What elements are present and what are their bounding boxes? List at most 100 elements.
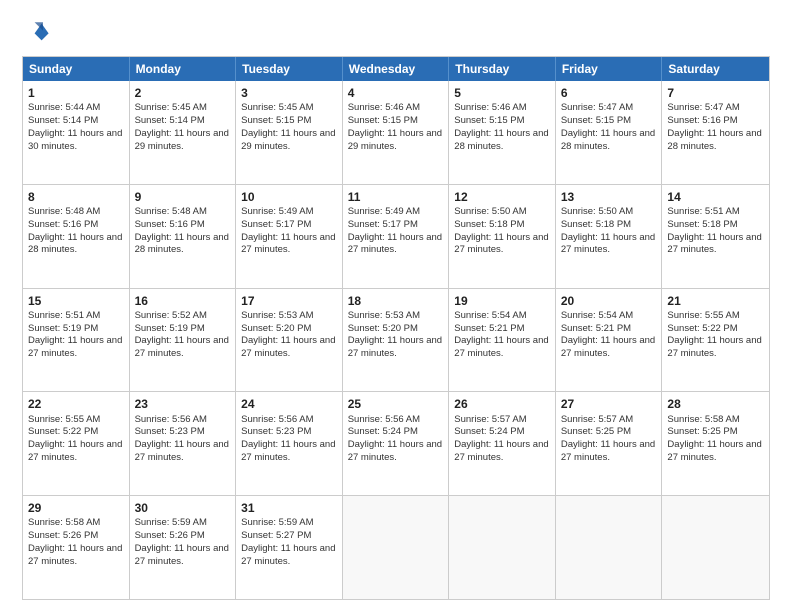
sunset-text: Sunset: 5:18 PM [454, 219, 524, 230]
day-number: 31 [241, 500, 337, 516]
sunrise-text: Sunrise: 5:50 AM [454, 206, 526, 217]
daylight-text: Daylight: 11 hours and 27 minutes. [561, 335, 655, 359]
daylight-text: Daylight: 11 hours and 27 minutes. [135, 335, 229, 359]
daylight-text: Daylight: 11 hours and 27 minutes. [28, 439, 122, 463]
daylight-text: Daylight: 11 hours and 27 minutes. [241, 543, 335, 567]
sunrise-text: Sunrise: 5:45 AM [241, 102, 313, 113]
sunrise-text: Sunrise: 5:46 AM [348, 102, 420, 113]
calendar-week: 1 Sunrise: 5:44 AM Sunset: 5:14 PM Dayli… [23, 81, 769, 184]
sunset-text: Sunset: 5:21 PM [561, 323, 631, 334]
calendar-header: Sunday Monday Tuesday Wednesday Thursday… [23, 57, 769, 81]
sunset-text: Sunset: 5:16 PM [135, 219, 205, 230]
daylight-text: Daylight: 11 hours and 27 minutes. [348, 335, 442, 359]
daylight-text: Daylight: 11 hours and 27 minutes. [561, 439, 655, 463]
daylight-text: Daylight: 11 hours and 28 minutes. [561, 128, 655, 152]
day-cell: 30 Sunrise: 5:59 AM Sunset: 5:26 PM Dayl… [130, 496, 237, 599]
day-number: 16 [135, 293, 231, 309]
daylight-text: Daylight: 11 hours and 27 minutes. [135, 439, 229, 463]
sunset-text: Sunset: 5:27 PM [241, 530, 311, 541]
daylight-text: Daylight: 11 hours and 27 minutes. [135, 543, 229, 567]
sunrise-text: Sunrise: 5:59 AM [135, 517, 207, 528]
day-cell: 8 Sunrise: 5:48 AM Sunset: 5:16 PM Dayli… [23, 185, 130, 288]
daylight-text: Daylight: 11 hours and 27 minutes. [561, 232, 655, 256]
sunset-text: Sunset: 5:16 PM [28, 219, 98, 230]
sunset-text: Sunset: 5:19 PM [28, 323, 98, 334]
day-cell: 2 Sunrise: 5:45 AM Sunset: 5:14 PM Dayli… [130, 81, 237, 184]
sunrise-text: Sunrise: 5:47 AM [667, 102, 739, 113]
sunrise-text: Sunrise: 5:53 AM [241, 310, 313, 321]
day-number: 28 [667, 396, 764, 412]
daylight-text: Daylight: 11 hours and 27 minutes. [241, 439, 335, 463]
day-number: 30 [135, 500, 231, 516]
day-cell: 23 Sunrise: 5:56 AM Sunset: 5:23 PM Dayl… [130, 392, 237, 495]
calendar-week: 8 Sunrise: 5:48 AM Sunset: 5:16 PM Dayli… [23, 184, 769, 288]
sunrise-text: Sunrise: 5:58 AM [667, 414, 739, 425]
daylight-text: Daylight: 11 hours and 28 minutes. [28, 232, 122, 256]
day-number: 24 [241, 396, 337, 412]
day-number: 22 [28, 396, 124, 412]
day-number: 7 [667, 85, 764, 101]
sunrise-text: Sunrise: 5:52 AM [135, 310, 207, 321]
sunrise-text: Sunrise: 5:56 AM [135, 414, 207, 425]
day-cell: 18 Sunrise: 5:53 AM Sunset: 5:20 PM Dayl… [343, 289, 450, 392]
day-cell: 28 Sunrise: 5:58 AM Sunset: 5:25 PM Dayl… [662, 392, 769, 495]
sunrise-text: Sunrise: 5:44 AM [28, 102, 100, 113]
day-number: 6 [561, 85, 657, 101]
day-number: 13 [561, 189, 657, 205]
header-sunday: Sunday [23, 57, 130, 81]
day-cell: 11 Sunrise: 5:49 AM Sunset: 5:17 PM Dayl… [343, 185, 450, 288]
day-cell: 3 Sunrise: 5:45 AM Sunset: 5:15 PM Dayli… [236, 81, 343, 184]
header-friday: Friday [556, 57, 663, 81]
daylight-text: Daylight: 11 hours and 27 minutes. [454, 335, 548, 359]
day-cell: 21 Sunrise: 5:55 AM Sunset: 5:22 PM Dayl… [662, 289, 769, 392]
day-cell: 29 Sunrise: 5:58 AM Sunset: 5:26 PM Dayl… [23, 496, 130, 599]
header-monday: Monday [130, 57, 237, 81]
sunset-text: Sunset: 5:22 PM [28, 426, 98, 437]
header-thursday: Thursday [449, 57, 556, 81]
calendar-body: 1 Sunrise: 5:44 AM Sunset: 5:14 PM Dayli… [23, 81, 769, 599]
day-number: 17 [241, 293, 337, 309]
daylight-text: Daylight: 11 hours and 27 minutes. [667, 232, 761, 256]
day-number: 12 [454, 189, 550, 205]
day-number: 1 [28, 85, 124, 101]
sunrise-text: Sunrise: 5:55 AM [28, 414, 100, 425]
daylight-text: Daylight: 11 hours and 28 minutes. [454, 128, 548, 152]
day-number: 5 [454, 85, 550, 101]
day-cell: 27 Sunrise: 5:57 AM Sunset: 5:25 PM Dayl… [556, 392, 663, 495]
day-number: 14 [667, 189, 764, 205]
day-cell: 13 Sunrise: 5:50 AM Sunset: 5:18 PM Dayl… [556, 185, 663, 288]
day-number: 11 [348, 189, 444, 205]
sunrise-text: Sunrise: 5:56 AM [348, 414, 420, 425]
sunset-text: Sunset: 5:20 PM [348, 323, 418, 334]
daylight-text: Daylight: 11 hours and 27 minutes. [667, 335, 761, 359]
daylight-text: Daylight: 11 hours and 27 minutes. [28, 335, 122, 359]
sunrise-text: Sunrise: 5:49 AM [241, 206, 313, 217]
empty-cell [449, 496, 556, 599]
day-cell: 22 Sunrise: 5:55 AM Sunset: 5:22 PM Dayl… [23, 392, 130, 495]
sunset-text: Sunset: 5:16 PM [667, 115, 737, 126]
empty-cell [662, 496, 769, 599]
daylight-text: Daylight: 11 hours and 30 minutes. [28, 128, 122, 152]
empty-cell [556, 496, 663, 599]
day-number: 25 [348, 396, 444, 412]
day-number: 21 [667, 293, 764, 309]
daylight-text: Daylight: 11 hours and 29 minutes. [348, 128, 442, 152]
sunset-text: Sunset: 5:15 PM [348, 115, 418, 126]
sunset-text: Sunset: 5:21 PM [454, 323, 524, 334]
day-cell: 7 Sunrise: 5:47 AM Sunset: 5:16 PM Dayli… [662, 81, 769, 184]
sunset-text: Sunset: 5:14 PM [135, 115, 205, 126]
day-cell: 15 Sunrise: 5:51 AM Sunset: 5:19 PM Dayl… [23, 289, 130, 392]
sunrise-text: Sunrise: 5:54 AM [561, 310, 633, 321]
sunset-text: Sunset: 5:23 PM [241, 426, 311, 437]
sunset-text: Sunset: 5:17 PM [348, 219, 418, 230]
sunset-text: Sunset: 5:18 PM [667, 219, 737, 230]
sunset-text: Sunset: 5:15 PM [241, 115, 311, 126]
daylight-text: Daylight: 11 hours and 27 minutes. [667, 439, 761, 463]
day-cell: 6 Sunrise: 5:47 AM Sunset: 5:15 PM Dayli… [556, 81, 663, 184]
sunset-text: Sunset: 5:25 PM [667, 426, 737, 437]
day-number: 10 [241, 189, 337, 205]
day-number: 9 [135, 189, 231, 205]
sunset-text: Sunset: 5:18 PM [561, 219, 631, 230]
header [22, 18, 770, 46]
sunrise-text: Sunrise: 5:48 AM [135, 206, 207, 217]
